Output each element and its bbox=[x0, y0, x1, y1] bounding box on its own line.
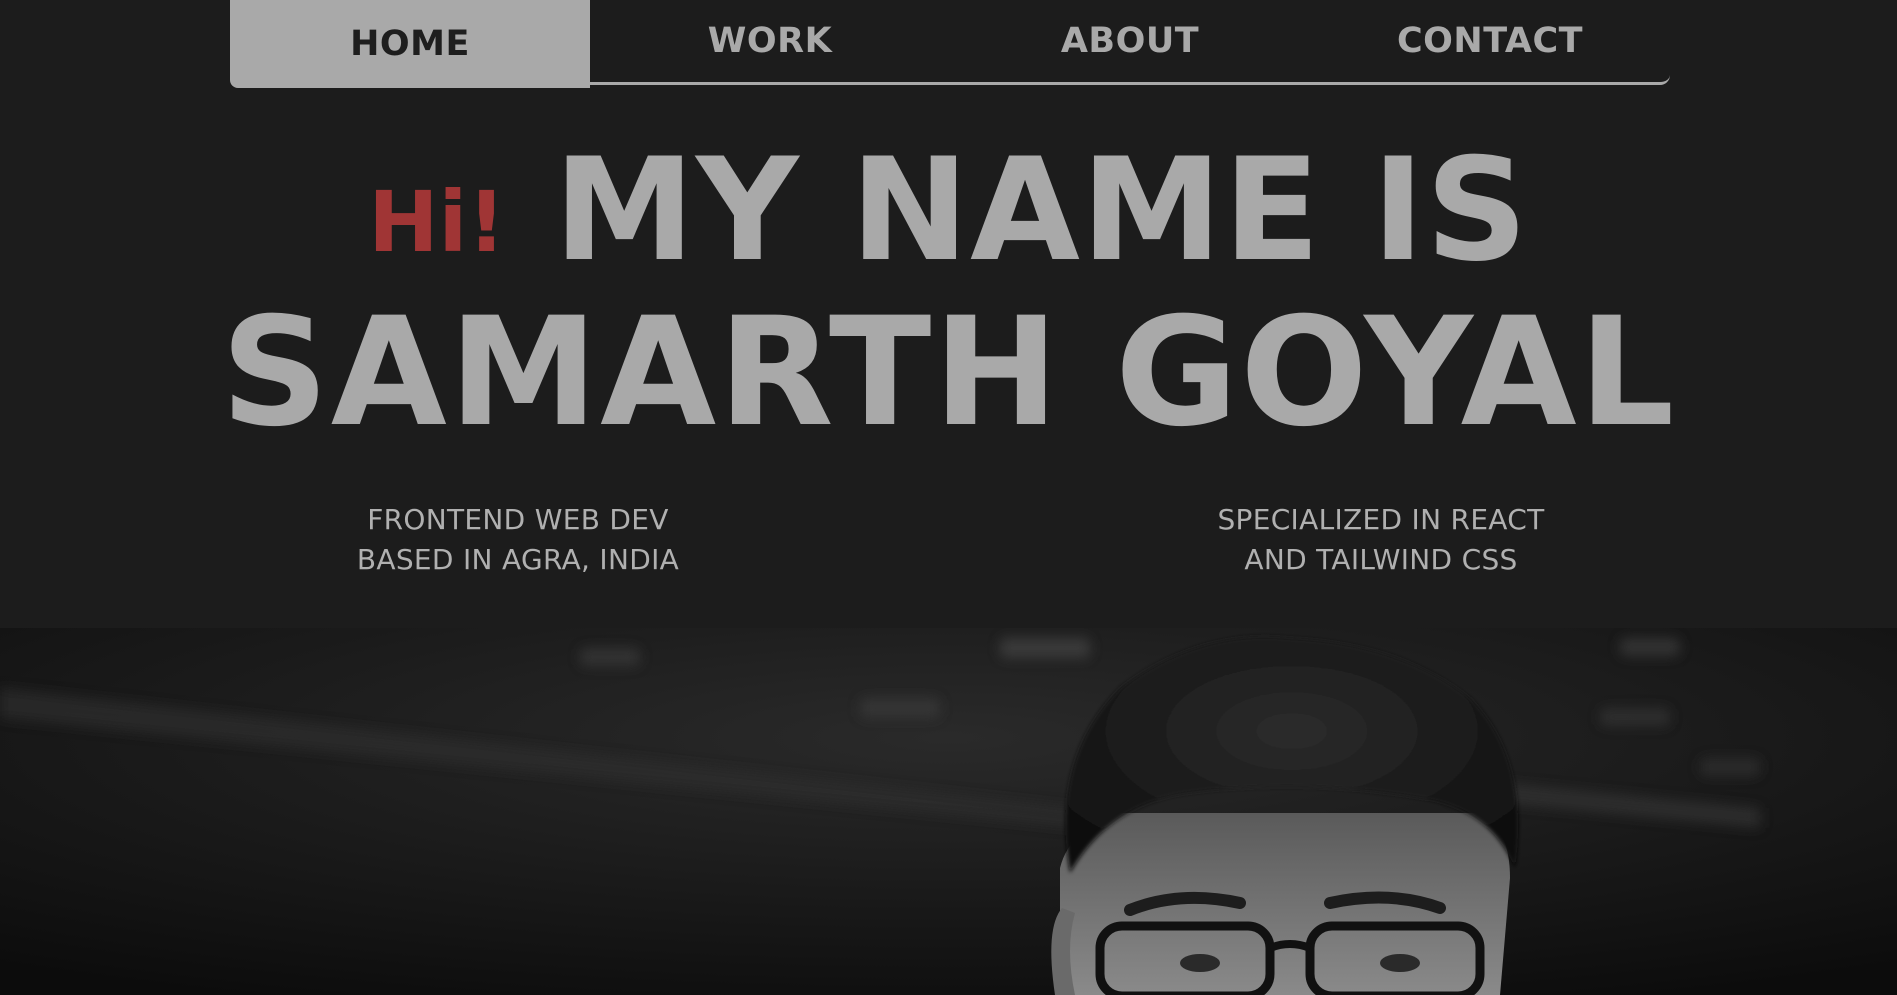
page: HOME WORK ABOUT CONTACT Hi! MY NAME IS S… bbox=[0, 0, 1897, 995]
nav-contact-link[interactable]: CONTACT bbox=[1310, 0, 1670, 82]
greeting-text: Hi! bbox=[368, 173, 506, 271]
hero-name: SAMARTH GOYAL bbox=[220, 286, 1677, 460]
role-location-info: FRONTEND WEB DEV BASED IN AGRA, INDIA bbox=[318, 500, 718, 580]
hero-heading-line1: Hi! MY NAME IS bbox=[0, 140, 1897, 282]
specialization-info: SPECIALIZED IN REACT AND TAILWIND CSS bbox=[1181, 500, 1581, 580]
profile-photo-image bbox=[0, 628, 1897, 995]
specialization-text-1: SPECIALIZED IN REACT bbox=[1217, 503, 1545, 536]
profile-photo bbox=[0, 628, 1897, 995]
nav-home-link[interactable]: HOME bbox=[230, 0, 590, 88]
role-text: FRONTEND WEB DEV bbox=[367, 503, 669, 536]
hero-heading-line2: SAMARTH GOYAL bbox=[0, 298, 1897, 448]
hero-title-line1: MY NAME IS bbox=[553, 128, 1529, 293]
specialization-text-2: AND TAILWIND CSS bbox=[1244, 543, 1518, 576]
nav-about-link[interactable]: ABOUT bbox=[950, 0, 1310, 82]
nav-work-link[interactable]: WORK bbox=[590, 0, 950, 82]
location-text: BASED IN AGRA, INDIA bbox=[356, 543, 680, 576]
main-nav: HOME WORK ABOUT CONTACT bbox=[230, 0, 1670, 88]
